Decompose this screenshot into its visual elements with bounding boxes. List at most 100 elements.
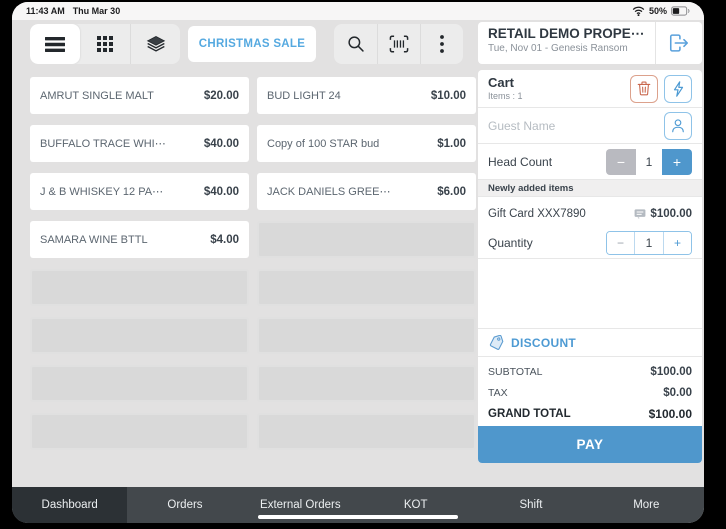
status-bar: 11:43 AM Thu Mar 30 50% [12,2,704,20]
discount-tag-icon [488,335,505,350]
grid-view-button[interactable] [80,24,130,64]
product-tile[interactable]: BUD LIGHT 24 $10.00 [257,77,476,114]
cart-title: Cart [488,76,523,89]
logout-icon [667,32,691,54]
quantity-stepper: − 1 + [606,231,692,255]
select-customer-button[interactable] [664,112,692,140]
empty-product-slot [30,365,249,402]
quantity-row: Quantity − 1 + [478,227,702,259]
cart-items-count: Items : 1 [488,91,523,101]
note-icon [634,209,646,219]
subtotal-label: SUBTOTAL [488,366,542,378]
head-count-stepper: − 1 + [606,149,692,175]
empty-product-slot [30,317,249,354]
status-time: 11:43 AM [26,6,65,16]
store-subtitle: Tue, Nov 01 - Genesis Ransom [488,43,647,54]
product-tile[interactable]: JACK DANIELS GREE⋯ $6.00 [257,173,476,210]
list-view-button[interactable] [30,24,80,64]
christmas-sale-button[interactable]: CHRISTMAS SALE [188,26,316,62]
person-icon [671,118,685,133]
quantity-increment-button[interactable]: + [663,232,691,254]
quick-action-button[interactable] [664,75,692,103]
quantity-value: 1 [635,232,663,254]
head-count-row: Head Count − 1 + [478,144,702,180]
product-grid: AMRUT SINGLE MALT $20.00 BUD LIGHT 24 $1… [30,77,476,477]
cart-panel: Cart Items : 1 [478,70,702,463]
home-indicator[interactable] [258,515,458,519]
product-tile[interactable]: AMRUT SINGLE MALT $20.00 [30,77,249,114]
totals-section: SUBTOTAL $100.00 TAX $0.00 GRAND TOTAL $… [478,357,702,426]
empty-product-slot [257,413,476,450]
quantity-decrement-button[interactable]: − [607,232,635,254]
more-options-button[interactable] [420,24,463,64]
line-item-price: $100.00 [650,208,692,220]
logout-button[interactable] [656,22,702,64]
store-header: RETAIL DEMO PROPE⋯ Tue, Nov 01 - Genesis… [478,22,702,64]
toolbar-actions-group [334,24,463,64]
battery-icon [671,6,690,16]
product-price: $1.00 [437,138,466,150]
product-price: $20.00 [204,90,239,102]
store-info[interactable]: RETAIL DEMO PROPE⋯ Tue, Nov 01 - Genesis… [478,22,656,64]
nav-item-shift[interactable]: Shift [473,487,588,523]
subtotal-value: $100.00 [650,366,692,378]
cart-line-item[interactable]: Gift Card XXX7890 $100.00 [478,197,702,227]
head-count-decrement-button[interactable]: − [606,149,636,175]
barcode-icon [389,35,409,53]
product-tile[interactable]: SAMARA WINE BTTL $4.00 [30,221,249,258]
subtotal-row: SUBTOTAL $100.00 [488,361,692,382]
product-price: $6.00 [437,186,466,198]
empty-product-slot [257,269,476,306]
product-name: SAMARA WINE BTTL [40,234,148,246]
product-name: BUFFALO TRACE WHI⋯ [40,137,166,150]
layers-icon [146,35,166,53]
product-tile[interactable]: Copy of 100 STAR bud $1.00 [257,125,476,162]
clear-cart-button[interactable] [630,75,658,103]
product-price: $40.00 [204,138,239,150]
newly-added-items-header: Newly added items [478,180,702,197]
barcode-scan-button[interactable] [377,24,420,64]
head-count-label: Head Count [488,155,552,169]
kebab-menu-icon [440,35,444,53]
view-toggle-group [30,24,180,64]
product-tile[interactable]: J & B WHISKEY 12 PA⋯ $40.00 [30,173,249,210]
discount-button[interactable]: DISCOUNT [478,328,702,357]
head-count-increment-button[interactable]: + [662,149,692,175]
lightning-icon [672,81,685,97]
grand-total-value: $100.00 [649,407,692,421]
product-tile[interactable]: BUFFALO TRACE WHI⋯ $40.00 [30,125,249,162]
cart-header: Cart Items : 1 [478,70,702,108]
product-name: BUD LIGHT 24 [267,90,341,102]
tax-label: TAX [488,387,508,399]
search-button[interactable] [334,24,377,64]
grid-icon [97,36,113,52]
product-name: Copy of 100 STAR bud [267,138,379,150]
product-price: $4.00 [210,234,239,246]
battery-percent: 50% [649,6,667,16]
categories-view-button[interactable] [130,24,180,64]
empty-product-slot [257,365,476,402]
wifi-icon [632,6,645,16]
grand-total-row: GRAND TOTAL $100.00 [488,403,692,424]
cart-items-scroll-area[interactable] [478,259,702,328]
product-name: AMRUT SINGLE MALT [40,90,154,102]
guest-name-input[interactable] [488,119,638,133]
tax-value: $0.00 [663,387,692,399]
grand-total-label: GRAND TOTAL [488,408,571,420]
status-date: Thu Mar 30 [73,6,121,16]
product-price: $10.00 [431,90,466,102]
head-count-value: 1 [636,149,662,175]
trash-icon [637,81,651,96]
product-price: $40.00 [204,186,239,198]
product-name: J & B WHISKEY 12 PA⋯ [40,185,163,198]
hamburger-icon [45,37,65,52]
quantity-label: Quantity [488,236,533,250]
nav-item-more[interactable]: More [589,487,704,523]
nav-item-dashboard[interactable]: Dashboard [12,487,127,523]
empty-product-slot [30,269,249,306]
nav-item-orders[interactable]: Orders [127,487,242,523]
line-item-name: Gift Card XXX7890 [488,208,586,220]
empty-product-slot [257,221,476,258]
pay-button[interactable]: PAY [478,426,702,463]
guest-name-row [478,108,702,144]
